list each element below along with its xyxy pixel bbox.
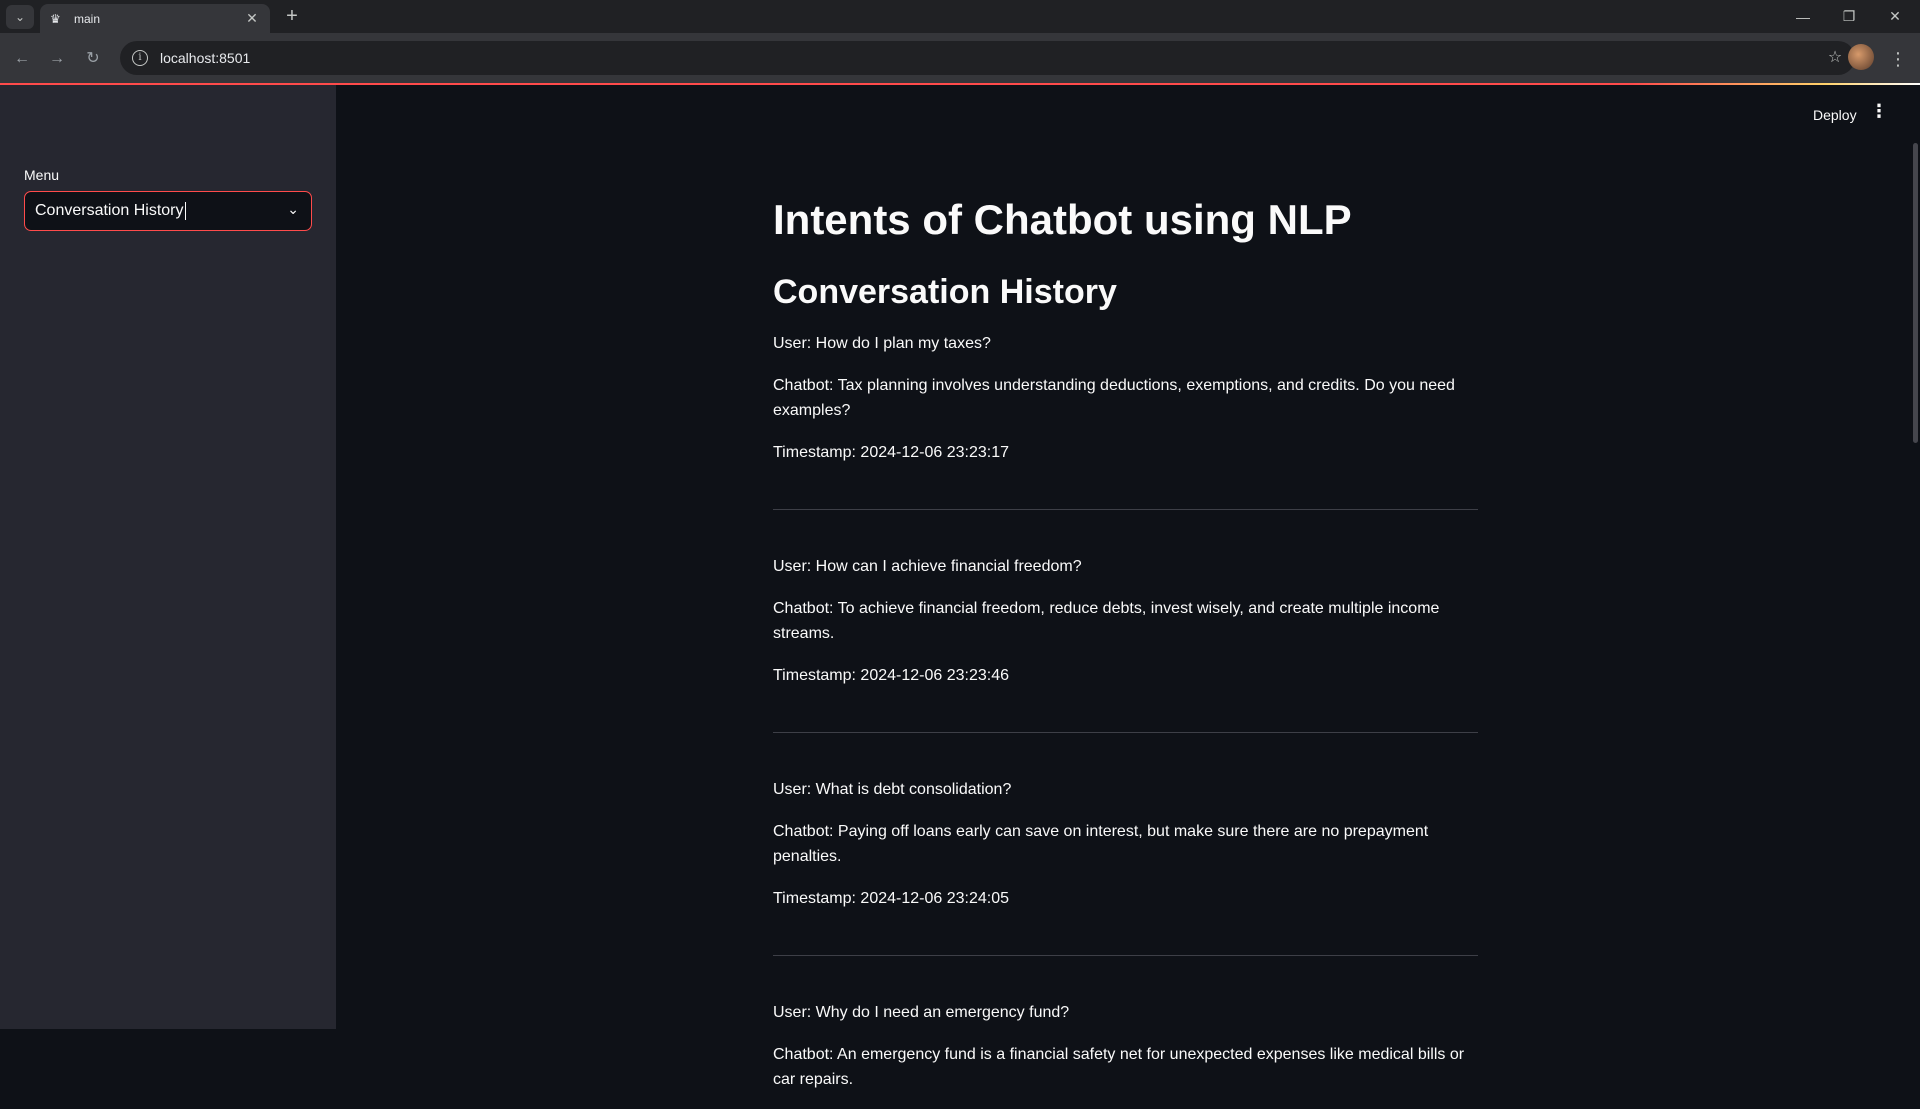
- user-message: User: Why do I need an emergency fund?: [773, 1004, 1070, 1022]
- main-menu-icon[interactable]: ⋮: [1870, 101, 1888, 122]
- address-bar[interactable]: i localhost:8501 ☆: [120, 41, 1855, 75]
- conversation-entry: User: What is debt consolidation? Chatbo…: [773, 777, 1478, 957]
- text-cursor: [184, 202, 186, 220]
- conversation-entry: User: How do I plan my taxes? Chatbot: T…: [773, 331, 1478, 511]
- user-message: User: What is debt consolidation?: [773, 781, 1012, 799]
- menu-select[interactable]: Conversation History ⌄: [24, 191, 312, 231]
- timestamp: Timestamp: 2024-12-06 23:23:17: [773, 444, 1009, 462]
- reload-icon[interactable]: ↻: [79, 45, 107, 73]
- chatbot-message: Chatbot: To achieve financial freedom, r…: [773, 600, 1440, 643]
- restore-button[interactable]: ❐: [1826, 0, 1872, 33]
- timestamp: Timestamp: 2024-12-06 23:24:05: [773, 890, 1009, 908]
- chatbot-message: Chatbot: Tax planning involves understan…: [773, 377, 1455, 420]
- timestamp: Timestamp: 2024-12-06 23:23:46: [773, 667, 1009, 685]
- minimize-button[interactable]: —: [1780, 0, 1826, 33]
- forward-icon[interactable]: →: [43, 45, 71, 73]
- tab-title: main: [74, 11, 101, 26]
- page-title: Intents of Chatbot using NLP: [773, 196, 1352, 243]
- divider: [773, 732, 1478, 734]
- menu-select-value: Conversation History: [35, 202, 184, 219]
- main-area: Deploy ⋮ Intents of Chatbot using NLP Co…: [336, 85, 1920, 1088]
- conversation-entry: User: Why do I need an emergency fund? C…: [773, 1000, 1478, 1092]
- user-message: User: How can I achieve financial freedo…: [773, 558, 1082, 576]
- divider: [773, 955, 1478, 957]
- content-block: Intents of Chatbot using NLP Conversatio…: [773, 195, 1478, 1109]
- new-tab-button[interactable]: +: [281, 6, 303, 28]
- tab-search-button[interactable]: ⌄: [6, 5, 34, 29]
- section-title: Conversation History: [773, 273, 1117, 312]
- chatbot-message: Chatbot: An emergency fund is a financia…: [773, 1046, 1465, 1089]
- menu-label: Menu: [24, 167, 60, 183]
- browser-menu-icon[interactable]: ⋮: [1886, 45, 1910, 73]
- user-message: User: How do I plan my taxes?: [773, 335, 991, 353]
- site-info-icon[interactable]: i: [132, 50, 148, 66]
- conversation-entry: User: How can I achieve financial freedo…: [773, 554, 1478, 734]
- browser-tabbar: ⌄ ♛ main ✕ + — ❐ ✕: [0, 0, 1920, 33]
- scrollbar[interactable]: [1913, 143, 1918, 443]
- url-text: localhost:8501: [160, 50, 251, 66]
- back-icon[interactable]: ←: [8, 45, 36, 73]
- profile-avatar[interactable]: [1848, 44, 1874, 70]
- close-window-button[interactable]: ✕: [1872, 0, 1918, 33]
- deploy-button[interactable]: Deploy: [1813, 103, 1857, 127]
- browser-tab[interactable]: ♛ main ✕: [40, 4, 270, 33]
- close-tab-icon[interactable]: ✕: [244, 10, 260, 27]
- chevron-down-icon: ⌄: [287, 201, 299, 217]
- divider: [773, 509, 1478, 511]
- chevron-down-icon: ⌄: [14, 10, 26, 24]
- streamlit-crown-icon: ♛: [50, 11, 61, 26]
- chatbot-message: Chatbot: Paying off loans early can save…: [773, 823, 1429, 866]
- browser-toolbar: ← → ↻ i localhost:8501 ☆ ⋮: [0, 33, 1920, 84]
- sidebar: Menu Conversation History ⌄: [0, 85, 336, 1029]
